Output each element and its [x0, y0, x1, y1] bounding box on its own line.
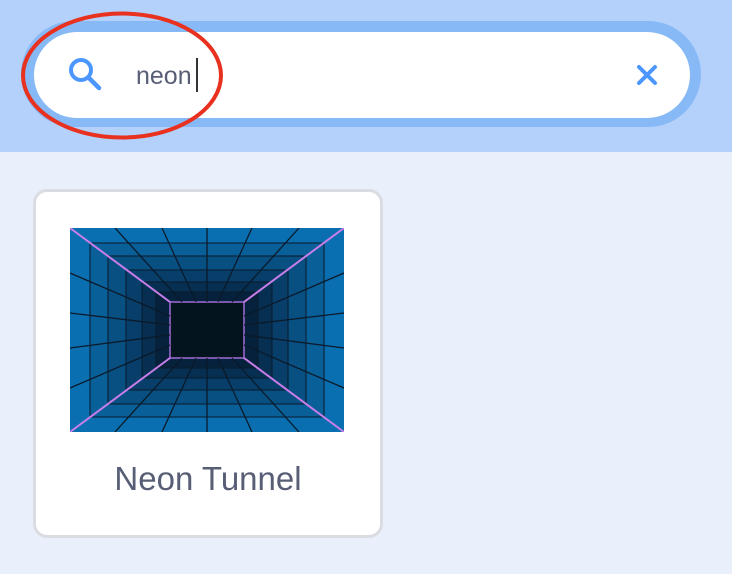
clear-search-button[interactable] [628, 56, 666, 94]
text-cursor [196, 58, 198, 92]
neon-tunnel-thumbnail [70, 228, 344, 432]
search-bar[interactable] [34, 32, 690, 118]
result-card-label: Neon Tunnel [114, 460, 302, 497]
search-input[interactable]: neon [136, 58, 192, 94]
close-icon [637, 65, 657, 85]
search-icon [69, 58, 102, 91]
result-card-neon-tunnel[interactable]: Neon Tunnel [33, 189, 383, 538]
